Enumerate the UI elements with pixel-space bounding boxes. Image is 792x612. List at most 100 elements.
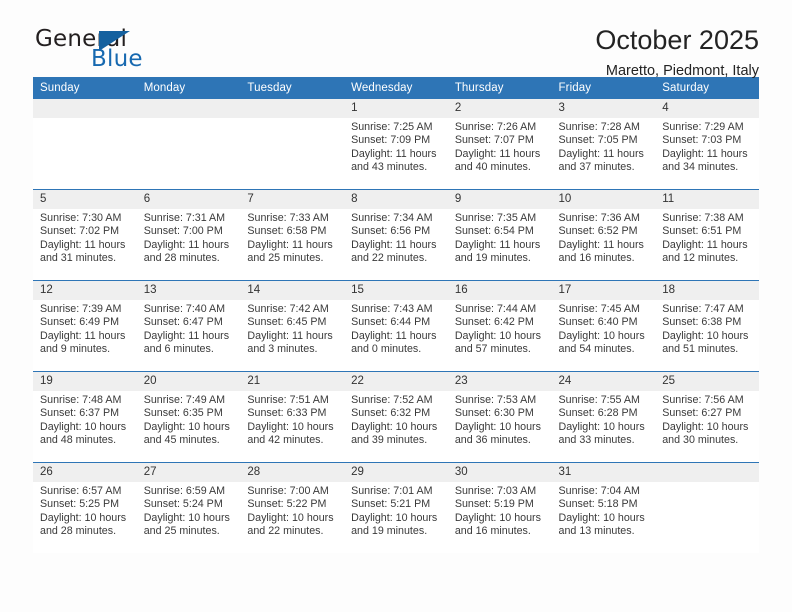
weekday-header-monday: Monday [136,77,241,99]
day-sunrise-text: Sunrise: 7:36 AM [558,212,640,224]
calendar-day-cell[interactable]: 13 Sunrise: 7:40 AM Sunset: 6:47 PM Dayligh… [136,280,241,372]
day-sun-info: Sunrise: 7:56 AM Sunset: 6:27 PM Daylight:… [655,391,759,448]
calendar-day-cell[interactable]: 15 Sunrise: 7:43 AM Sunset: 6:44 PM Dayligh… [344,280,448,372]
day-sun-info: Sunrise: 7:42 AM Sunset: 6:45 PM Daylight:… [240,300,344,357]
day-cell-inner: 25 Sunrise: 7:56 AM Sunset: 6:27 PM Dayligh… [655,372,759,462]
day-sun-info: Sunrise: 7:53 AM Sunset: 6:30 PM Daylight:… [448,391,552,448]
day-number: 9 [447,190,552,209]
calendar-day-cell[interactable]: 6 Sunrise: 7:31 AM Sunset: 7:00 PM Daylight… [136,189,241,281]
day-cell-inner [240,99,345,189]
calendar-day-cell[interactable]: 10 Sunrise: 7:36 AM Sunset: 6:52 PM Dayligh… [551,189,656,281]
day-daylight1-text: Daylight: 11 hours [662,238,748,251]
day-daylight2-text: and 19 minutes. [454,252,531,265]
calendar-day-cell[interactable]: 18 Sunrise: 7:47 AM Sunset: 6:38 PM Dayligh… [655,280,759,372]
day-cell-inner: 28 Sunrise: 7:00 AM Sunset: 5:22 PM Dayligh… [240,463,345,553]
day-sun-info: Sunrise: 7:39 AM Sunset: 6:49 PM Daylight:… [33,300,137,357]
calendar-day-cell[interactable]: 16 Sunrise: 7:44 AM Sunset: 6:42 PM Dayligh… [447,280,552,372]
day-number: 15 [344,281,448,300]
day-sunrise-text: Sunrise: 7:40 AM [143,303,226,315]
day-sunrise-text: Sunrise: 7:49 AM [143,394,226,406]
day-cell-inner: 13 Sunrise: 7:40 AM Sunset: 6:47 PM Dayligh… [136,281,241,371]
day-sunset-text: Sunset: 7:07 PM [454,134,534,147]
day-number: 23 [447,372,552,391]
day-sunset-text: Sunset: 7:09 PM [351,134,431,147]
day-number: 26 [33,463,137,482]
calendar-day-cell[interactable]: 28 Sunrise: 7:00 AM Sunset: 5:22 PM Dayligh… [240,462,345,553]
day-sun-info: Sunrise: 7:33 AM Sunset: 6:58 PM Daylight:… [240,209,344,266]
day-sun-info [655,482,759,485]
day-daylight1-text: Daylight: 11 hours [558,238,644,251]
day-sun-info: Sunrise: 7:01 AM Sunset: 5:21 PM Daylight:… [344,482,448,539]
calendar-day-cell[interactable]: 5 Sunrise: 7:30 AM Sunset: 7:02 PM Daylight… [33,189,137,281]
day-number: 7 [240,190,345,209]
calendar-day-cell[interactable]: 30 Sunrise: 7:03 AM Sunset: 5:19 PM Dayligh… [447,462,552,553]
calendar-day-cell[interactable] [655,462,759,553]
calendar-day-cell[interactable]: 4 Sunrise: 7:29 AM Sunset: 7:03 PM Daylight… [655,99,759,190]
calendar-day-cell[interactable] [136,99,241,190]
day-daylight1-text: Daylight: 10 hours [454,420,541,433]
day-daylight2-text: and 36 minutes. [454,434,531,447]
calendar-day-cell[interactable] [33,99,137,190]
calendar-day-cell[interactable]: 29 Sunrise: 7:01 AM Sunset: 5:21 PM Dayligh… [344,462,448,553]
calendar-day-cell[interactable]: 20 Sunrise: 7:49 AM Sunset: 6:35 PM Dayligh… [136,371,241,463]
calendar-day-cell[interactable]: 14 Sunrise: 7:42 AM Sunset: 6:45 PM Dayligh… [240,280,345,372]
calendar-day-cell[interactable]: 19 Sunrise: 7:48 AM Sunset: 6:37 PM Dayligh… [33,371,137,463]
day-daylight1-text: Daylight: 11 hours [351,238,437,251]
day-daylight2-text: and 37 minutes. [558,161,635,174]
day-daylight1-text: Daylight: 11 hours [143,329,230,342]
brand-logo[interactable]: General Blue [33,26,205,78]
day-sun-info: Sunrise: 7:30 AM Sunset: 7:02 PM Daylight:… [33,209,137,266]
calendar-day-cell[interactable]: 25 Sunrise: 7:56 AM Sunset: 6:27 PM Dayligh… [655,371,759,463]
day-daylight2-text: and 31 minutes. [40,252,117,265]
day-number: 21 [240,372,345,391]
day-daylight2-text: and 45 minutes. [143,434,220,447]
day-cell-inner: 7 Sunrise: 7:33 AM Sunset: 6:58 PM Daylight… [240,190,345,280]
calendar-day-cell[interactable]: 22 Sunrise: 7:52 AM Sunset: 6:32 PM Dayligh… [344,371,448,463]
calendar-day-cell[interactable]: 31 Sunrise: 7:04 AM Sunset: 5:18 PM Dayligh… [551,462,656,553]
day-cell-inner: 30 Sunrise: 7:03 AM Sunset: 5:19 PM Dayligh… [447,463,552,553]
day-sunset-text: Sunset: 6:27 PM [662,407,742,420]
day-cell-inner: 23 Sunrise: 7:53 AM Sunset: 6:30 PM Dayligh… [447,372,552,462]
day-number [136,99,241,118]
calendar-day-cell[interactable]: 3 Sunrise: 7:28 AM Sunset: 7:05 PM Daylight… [551,99,656,190]
day-daylight1-text: Daylight: 11 hours [247,329,333,342]
day-sunrise-text: Sunrise: 6:59 AM [143,485,226,497]
calendar-day-cell[interactable]: 8 Sunrise: 7:34 AM Sunset: 6:56 PM Daylight… [344,189,448,281]
calendar-day-cell[interactable]: 26 Sunrise: 6:57 AM Sunset: 5:25 PM Dayligh… [33,462,137,553]
day-sunrise-text: Sunrise: 7:48 AM [40,394,122,406]
day-daylight1-text: Daylight: 10 hours [662,329,749,342]
day-number: 18 [655,281,759,300]
day-daylight2-text: and 28 minutes. [143,252,220,265]
calendar-week-row: 26 Sunrise: 6:57 AM Sunset: 5:25 PM Dayligh… [33,462,759,553]
day-cell-inner: 9 Sunrise: 7:35 AM Sunset: 6:54 PM Daylight… [447,190,552,280]
day-sunrise-text: Sunrise: 7:25 AM [351,121,433,133]
day-cell-inner: 27 Sunrise: 6:59 AM Sunset: 5:24 PM Dayligh… [136,463,241,553]
calendar-day-cell[interactable]: 11 Sunrise: 7:38 AM Sunset: 6:51 PM Dayligh… [655,189,759,281]
calendar-day-cell[interactable] [240,99,345,190]
calendar-day-cell[interactable]: 23 Sunrise: 7:53 AM Sunset: 6:30 PM Dayligh… [447,371,552,463]
day-sunset-text: Sunset: 5:18 PM [558,498,638,511]
day-sun-info: Sunrise: 7:38 AM Sunset: 6:51 PM Daylight:… [655,209,759,266]
calendar-day-cell[interactable]: 7 Sunrise: 7:33 AM Sunset: 6:58 PM Daylight… [240,189,345,281]
calendar-day-cell[interactable]: 21 Sunrise: 7:51 AM Sunset: 6:33 PM Dayligh… [240,371,345,463]
calendar-day-cell[interactable]: 24 Sunrise: 7:55 AM Sunset: 6:28 PM Dayligh… [551,371,656,463]
day-daylight1-text: Daylight: 10 hours [351,420,438,433]
day-sun-info [33,118,137,121]
day-sun-info: Sunrise: 7:28 AM Sunset: 7:05 PM Daylight:… [552,118,656,175]
day-sun-info: Sunrise: 6:57 AM Sunset: 5:25 PM Daylight:… [33,482,137,539]
day-daylight2-text: and 51 minutes. [662,343,739,356]
calendar-day-cell[interactable]: 17 Sunrise: 7:45 AM Sunset: 6:40 PM Dayligh… [551,280,656,372]
calendar-day-cell[interactable]: 2 Sunrise: 7:26 AM Sunset: 7:07 PM Daylight… [447,99,552,190]
day-sunrise-text: Sunrise: 7:35 AM [454,212,537,224]
day-daylight2-text: and 28 minutes. [40,525,117,538]
calendar-header-row: Sunday Monday Tuesday Wednesday Thursday… [33,77,759,99]
calendar-day-cell[interactable]: 12 Sunrise: 7:39 AM Sunset: 6:49 PM Dayligh… [33,280,137,372]
calendar-day-cell[interactable]: 9 Sunrise: 7:35 AM Sunset: 6:54 PM Daylight… [447,189,552,281]
day-daylight2-text: and 39 minutes. [351,434,428,447]
calendar-day-cell[interactable]: 27 Sunrise: 6:59 AM Sunset: 5:24 PM Dayligh… [136,462,241,553]
day-sunset-text: Sunset: 6:35 PM [143,407,223,420]
day-sunrise-text: Sunrise: 7:52 AM [351,394,433,406]
day-sun-info: Sunrise: 7:29 AM Sunset: 7:03 PM Daylight:… [655,118,759,175]
calendar-day-cell[interactable]: 1 Sunrise: 7:25 AM Sunset: 7:09 PM Daylight… [344,99,448,190]
day-cell-inner [33,99,137,189]
